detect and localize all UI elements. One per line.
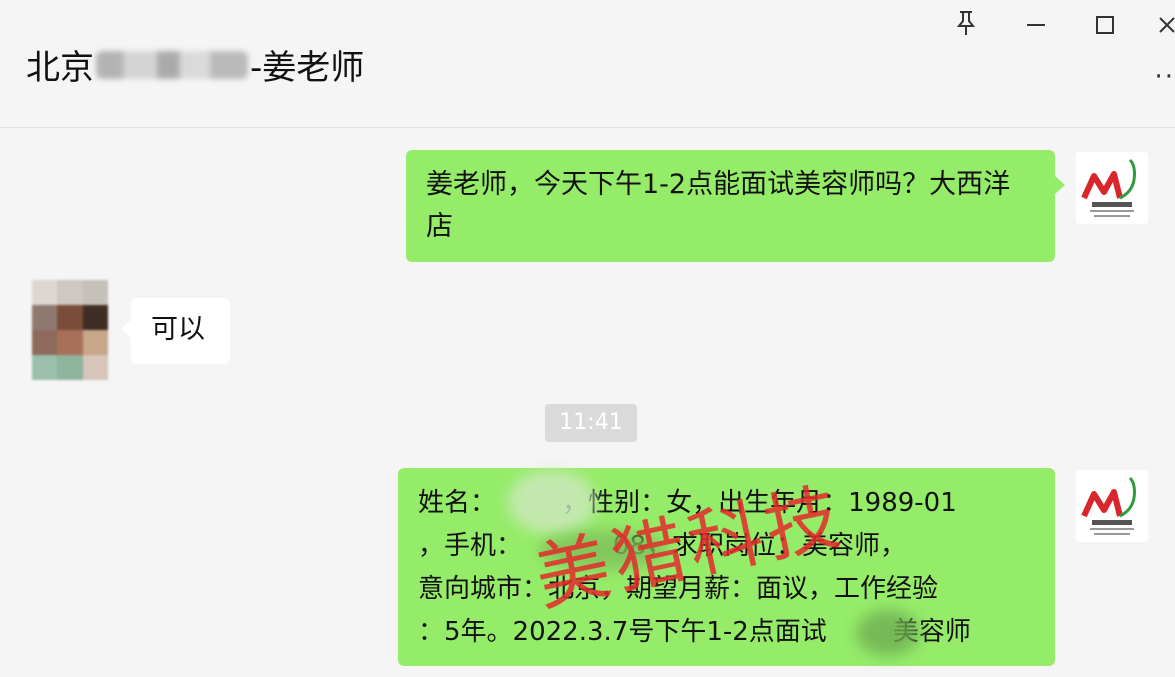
pin-icon[interactable] (948, 10, 984, 46)
more-options-icon[interactable]: ·· (1154, 62, 1175, 92)
message-text: 可以 (151, 314, 205, 345)
minimize-button[interactable] (1018, 10, 1054, 46)
close-button[interactable] (1156, 10, 1175, 46)
received-message-bubble[interactable]: 可以 (121, 298, 230, 364)
my-avatar[interactable] (1076, 470, 1148, 542)
redacted-name (96, 50, 248, 79)
contact-avatar[interactable] (32, 280, 108, 380)
chat-title: 北京 -姜老师 (26, 40, 364, 89)
sent-message-bubble[interactable]: 姜老师，今天下午1-2点能面试美容师吗？大西洋店 (406, 150, 1065, 262)
chat-title-suffix: -姜老师 (250, 48, 365, 88)
message-line: ：5年。2022.3.7号下午1-2点面试 美容师 (418, 617, 971, 647)
company-logo-icon (1081, 476, 1136, 535)
message-timestamp: 11:41 (545, 404, 637, 442)
my-avatar[interactable] (1076, 152, 1148, 224)
chat-title-prefix: 北京 (26, 48, 94, 88)
chat-header: 北京 -姜老师 ·· (0, 0, 1175, 128)
maximize-button[interactable] (1087, 10, 1123, 46)
message-text: 姜老师，今天下午1-2点能面试美容师吗？大西洋店 (426, 169, 1011, 242)
redaction-blur (856, 610, 920, 656)
company-logo-icon (1081, 158, 1136, 217)
